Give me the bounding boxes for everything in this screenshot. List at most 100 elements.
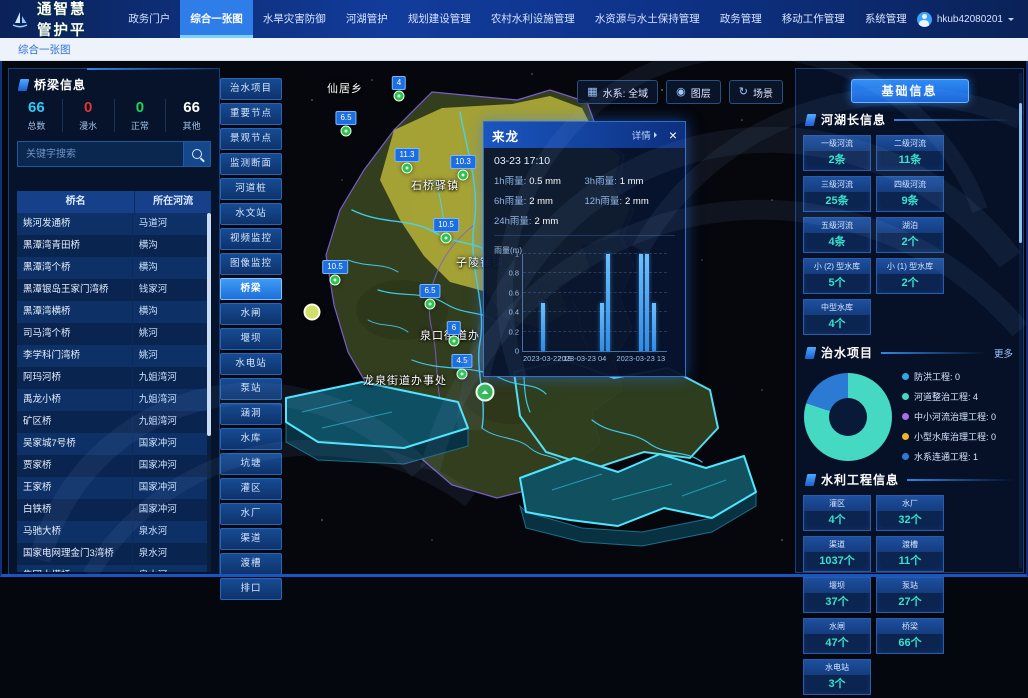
- bridge-table-row[interactable]: 集团水塔桥泉水河: [17, 565, 211, 572]
- layer-item[interactable]: 水电站: [220, 353, 282, 375]
- bridge-table-row[interactable]: 贾家桥国家冲河: [17, 455, 211, 477]
- cell-bridge-name: 黑潭湾青田桥: [17, 235, 133, 257]
- nav-item[interactable]: 综合一张图: [180, 0, 253, 38]
- nav-item[interactable]: 政务管理: [710, 0, 772, 38]
- stat-card: 水厂32个: [876, 495, 944, 531]
- search-button[interactable]: [183, 142, 210, 166]
- layer-item[interactable]: 桥梁: [220, 278, 282, 300]
- project-donut-wrap: 防洪工程: 0河道整治工程: 4中小河流治理工程: 0小型水库治理工程: 0水系…: [796, 365, 1023, 465]
- station-badge[interactable]: 4.5: [451, 354, 472, 368]
- nav-item[interactable]: 农村水利设施管理: [481, 0, 585, 38]
- bridge-table-row[interactable]: 马驰大桥泉水河: [17, 521, 211, 543]
- map-control-scene[interactable]: ↻场景: [729, 80, 783, 104]
- layer-item[interactable]: 泵站: [220, 378, 282, 400]
- cell-bridge-name: 黑潭湾横桥: [17, 301, 133, 323]
- card-value: 37个: [804, 593, 870, 612]
- bridge-table-row[interactable]: 黑潭银岛王家门湾桥钱家河: [17, 279, 211, 301]
- card-value: 27个: [877, 593, 943, 612]
- y-tick-label: 0.2: [509, 327, 519, 336]
- more-link[interactable]: 更多: [994, 346, 1013, 360]
- map-control-grid[interactable]: ▦水系: 全域: [577, 80, 658, 104]
- table-scrollbar-thumb[interactable]: [207, 213, 211, 436]
- bridge-table-row[interactable]: 王家桥国家冲河: [17, 477, 211, 499]
- bridge-table-row[interactable]: 姚河发通桥马道河: [17, 213, 211, 235]
- layer-item[interactable]: 河道桩: [220, 178, 282, 200]
- layer-item[interactable]: 图像监控: [220, 253, 282, 275]
- legend-item: 小型水库治理工程: 0: [902, 430, 996, 443]
- poi-marker[interactable]: [304, 304, 321, 321]
- cell-bridge-name: 李学科门湾桥: [17, 345, 133, 367]
- layer-item[interactable]: 涵洞: [220, 403, 282, 425]
- station-marker-icon[interactable]: [458, 170, 469, 181]
- bridge-table-row[interactable]: 阿玛河桥九姐湾河: [17, 367, 211, 389]
- panel-scrollbar-thumb[interactable]: [1019, 103, 1022, 243]
- cell-river-name: 九姐湾河: [133, 367, 211, 389]
- nav-item[interactable]: 水资源与水土保持管理: [585, 0, 710, 38]
- legend-label: 中小河流治理工程: 0: [914, 410, 996, 423]
- nav-item[interactable]: 河湖管护: [336, 0, 398, 38]
- layer-item[interactable]: 重要节点: [220, 103, 282, 125]
- bridge-table-row[interactable]: 黑潭湾青田桥横沟: [17, 235, 211, 257]
- layer-item[interactable]: 水文站: [220, 203, 282, 225]
- station-badge[interactable]: 10.5: [433, 218, 459, 232]
- nav-item[interactable]: 系统管理: [855, 0, 917, 38]
- bridge-table-row[interactable]: 黑潭湾横桥横沟: [17, 301, 211, 323]
- cell-bridge-name: 吴家城7号桥: [17, 433, 133, 455]
- map-control-layers[interactable]: ◉图层: [666, 80, 721, 104]
- station-marker-icon[interactable]: [441, 233, 452, 244]
- location-pin-icon[interactable]: [476, 383, 495, 402]
- layer-item[interactable]: 景观节点: [220, 128, 282, 150]
- user-menu[interactable]: hkub42080201: [917, 12, 1014, 27]
- layer-item[interactable]: 堰坝: [220, 328, 282, 350]
- search-input[interactable]: [18, 142, 183, 166]
- card-value: 9条: [877, 192, 943, 211]
- station-marker-icon[interactable]: [330, 275, 341, 286]
- stat-card: 灌区4个: [803, 495, 871, 531]
- station-badge[interactable]: 6.5: [419, 284, 440, 298]
- layer-item[interactable]: 视频监控: [220, 228, 282, 250]
- bridge-table-row[interactable]: 国家电网理金门3湾桥泉水河: [17, 543, 211, 565]
- layer-item[interactable]: 水库: [220, 428, 282, 450]
- bridge-table-row[interactable]: 李学科门湾桥姚河: [17, 345, 211, 367]
- bridge-table-row[interactable]: 矿区桥九姐湾河: [17, 411, 211, 433]
- station-marker-icon[interactable]: [449, 336, 460, 347]
- nav-item[interactable]: 政务门户: [118, 0, 180, 38]
- nav-item[interactable]: 水旱灾害防御: [253, 0, 336, 38]
- layer-item[interactable]: 水厂: [220, 503, 282, 525]
- station-marker-icon[interactable]: [402, 163, 413, 174]
- station-badge[interactable]: 11.3: [395, 148, 420, 162]
- station-badge[interactable]: 10.3: [450, 155, 476, 169]
- layer-item[interactable]: 排口: [220, 578, 282, 600]
- station-badge[interactable]: 6: [447, 321, 461, 335]
- station-marker-icon[interactable]: [394, 91, 405, 102]
- bridge-table-row[interactable]: 司马湾个桥姚河: [17, 323, 211, 345]
- layer-item[interactable]: 坑塘: [220, 453, 282, 475]
- nav-item[interactable]: 移动工作管理: [772, 0, 855, 38]
- station-badge[interactable]: 4: [392, 76, 406, 90]
- layer-item[interactable]: 渡槽: [220, 553, 282, 575]
- bridge-table-row[interactable]: 白铁桥国家冲河: [17, 499, 211, 521]
- nav-item[interactable]: 规划建设管理: [398, 0, 481, 38]
- chevron-right-icon: [654, 132, 660, 138]
- card-value: 3个: [804, 675, 870, 694]
- popup-details-link[interactable]: 详情: [632, 128, 660, 142]
- legend-item: 防洪工程: 0: [902, 370, 996, 383]
- station-marker-icon[interactable]: [425, 299, 436, 310]
- station-badge[interactable]: 10.5: [322, 260, 348, 274]
- bridge-table-row[interactable]: 吴家城7号桥国家冲河: [17, 433, 211, 455]
- basic-info-tab[interactable]: 基础信息: [851, 79, 969, 103]
- layer-item[interactable]: 监测断面: [220, 153, 282, 175]
- layer-item[interactable]: 治水项目: [220, 78, 282, 100]
- breadcrumb[interactable]: 综合一张图: [18, 42, 71, 57]
- river-section-header: 河湖长信息: [796, 105, 1023, 132]
- station-badge[interactable]: 6.5: [335, 111, 356, 125]
- bridge-table-row[interactable]: 黑潭湾个桥横沟: [17, 257, 211, 279]
- station-marker-icon[interactable]: [341, 126, 352, 137]
- layer-item[interactable]: 灌区: [220, 478, 282, 500]
- layer-item[interactable]: 水闸: [220, 303, 282, 325]
- bridge-panel: 桥梁信息 66总数0漫水0正常66其他 桥名 所在河流 姚河发通桥马道河黑潭湾青…: [8, 68, 220, 577]
- station-marker-icon[interactable]: [457, 369, 468, 380]
- bridge-table-row[interactable]: 禹龙小桥九姐湾河: [17, 389, 211, 411]
- layer-item[interactable]: 渠道: [220, 528, 282, 550]
- close-icon[interactable]: ×: [669, 128, 677, 142]
